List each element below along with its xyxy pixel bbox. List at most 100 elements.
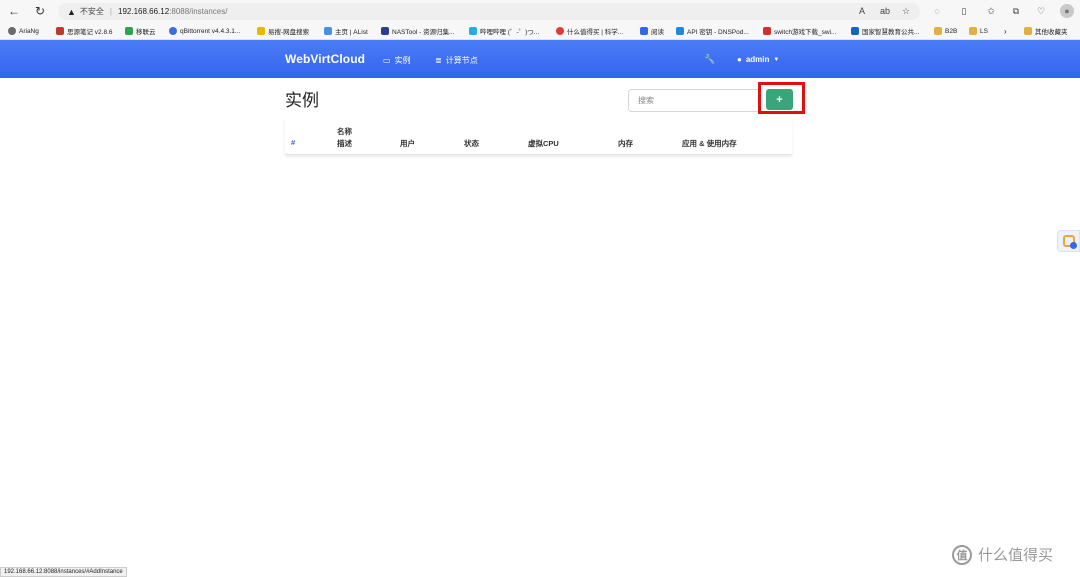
- bookmark-item[interactable]: 阅读: [640, 26, 664, 36]
- server-icon: ≣: [435, 56, 442, 65]
- bookmark-label: qBittorrent v4.4.3.1...: [180, 27, 241, 35]
- url-host: 192.168.66.12: [118, 7, 170, 16]
- folder-icon: [934, 27, 942, 35]
- bookmark-icon: [324, 27, 332, 35]
- column-name[interactable]: 名称: [337, 126, 352, 137]
- column-status[interactable]: 状态: [464, 138, 479, 149]
- nav-compute-nodes-label: 计算节点: [445, 56, 478, 65]
- url-path: :8088/instances/: [169, 7, 228, 16]
- sidebar-floating-tab[interactable]: [1057, 230, 1080, 252]
- profile-avatar[interactable]: ●: [1060, 4, 1074, 18]
- back-icon[interactable]: ←: [6, 3, 22, 19]
- watermark-logo-icon: 值: [952, 544, 972, 565]
- search-input[interactable]: [628, 89, 761, 112]
- column-vcpu[interactable]: 虚拟CPU: [528, 138, 559, 149]
- bookmark-icon: [763, 27, 771, 35]
- warning-icon: ▲: [67, 6, 76, 17]
- browser-toolbar: ← ↻ ▲ 不安全 | 192.168.66.12:8088/instances…: [0, 0, 1080, 22]
- watermark: 值 什么值得买: [952, 544, 1053, 565]
- bookmark-label: API 密钥 - DNSPod...: [687, 29, 749, 36]
- watermark-text: 什么值得买: [978, 547, 1054, 564]
- user-icon: ●: [737, 55, 742, 64]
- bookmark-item[interactable]: switch游戏下载_swi...: [763, 26, 836, 36]
- bookmark-item[interactable]: qBittorrent v4.4.3.1...: [169, 26, 240, 36]
- read-aloud-icon[interactable]: A: [855, 4, 869, 18]
- bookmark-item[interactable]: NASTool - 资源归集...: [381, 26, 454, 36]
- bookmark-label: LS: [980, 27, 988, 35]
- more-bookmarks-chevron-icon[interactable]: ›: [1004, 26, 1007, 36]
- favorites-icon[interactable]: ✩: [984, 4, 998, 18]
- user-name: admin: [745, 55, 770, 64]
- bookmarks-bar: AriaNg 思源笔记 v2.8.6 移联云 qBittorrent v4.4.…: [0, 22, 1080, 40]
- bookmark-label: 易搜-网盘搜索: [268, 29, 310, 36]
- page-title: 实例: [285, 91, 319, 110]
- column-apps-memory[interactable]: 应用 & 使用内存: [682, 138, 737, 149]
- bookmark-item[interactable]: 主页 | AList: [324, 26, 368, 36]
- bookmark-folder[interactable]: B2B: [934, 26, 957, 36]
- bookmark-folder[interactable]: LS: [969, 26, 988, 36]
- bookmark-item[interactable]: AriaNg: [8, 26, 39, 36]
- instances-table: # 名称 描述 用户 状态 虚拟CPU 内存 应用 & 使用内存: [285, 118, 792, 155]
- bing-chat-icon: [1062, 235, 1077, 249]
- user-menu[interactable]: ● admin ▼: [737, 55, 779, 64]
- caret-down-icon: ▼: [773, 56, 780, 63]
- bookmark-label: 国家智慧教育公共...: [862, 29, 920, 36]
- app-navbar: WebVirtCloud ▭ 实例 ≣ 计算节点 🔧 ● admin ▼: [0, 40, 1080, 78]
- bookmark-label: switch游戏下载_swi...: [774, 29, 837, 36]
- reload-icon[interactable]: ↻: [32, 3, 48, 19]
- bookmark-label: 思源笔记 v2.8.6: [67, 29, 113, 36]
- bookmark-icon: [56, 27, 64, 35]
- translate-icon[interactable]: ab: [878, 4, 892, 18]
- bookmark-item[interactable]: 思源笔记 v2.8.6: [56, 26, 113, 36]
- monitor-icon: ▭: [383, 56, 391, 65]
- status-dot: [1069, 242, 1077, 249]
- bookmark-item[interactable]: 哔哩哔哩 (゜-゜)つ...: [469, 26, 539, 36]
- bookmark-icon: [8, 27, 16, 35]
- folder-icon: [1024, 27, 1032, 35]
- column-user[interactable]: 用户: [400, 138, 415, 149]
- bookmark-item[interactable]: 国家智慧教育公共...: [851, 26, 919, 36]
- add-instance-button[interactable]: +: [766, 89, 793, 110]
- favorite-icon[interactable]: ☆: [899, 4, 913, 18]
- column-description[interactable]: 描述: [337, 138, 352, 149]
- bookmark-label: 移联云: [136, 29, 156, 36]
- column-hash[interactable]: #: [291, 138, 295, 147]
- address-bar[interactable]: ▲ 不安全 | 192.168.66.12:8088/instances/: [58, 3, 920, 20]
- bookmark-icon: [257, 27, 265, 35]
- bookmark-label: 哔哩哔哩 (゜-゜)つ...: [480, 29, 540, 36]
- bookmark-icon: [676, 27, 684, 35]
- wrench-icon[interactable]: 🔧: [704, 54, 715, 65]
- bookmark-icon: [125, 27, 133, 35]
- bookmark-item[interactable]: API 密钥 - DNSPod...: [676, 26, 749, 36]
- column-memory[interactable]: 内存: [618, 138, 633, 149]
- extension-icon[interactable]: ◌: [930, 4, 944, 18]
- folder-icon: [969, 27, 977, 35]
- bookmark-label: 什么值得买 | 科学...: [567, 29, 624, 36]
- nav-instances[interactable]: ▭ 实例: [383, 55, 411, 66]
- bookmark-item[interactable]: 什么值得买 | 科学...: [556, 26, 623, 36]
- collections-icon[interactable]: ⧉: [1009, 4, 1023, 18]
- browser-essentials-icon[interactable]: ♡: [1034, 4, 1048, 18]
- bookmark-label: AriaNg: [19, 27, 39, 35]
- security-warning: 不安全: [79, 7, 104, 16]
- nav-instances-label: 实例: [394, 56, 411, 65]
- bookmark-label: NASTool - 资源归集...: [392, 29, 455, 36]
- bookmark-icon: [556, 27, 564, 35]
- bookmark-item[interactable]: 移联云: [125, 26, 156, 36]
- split-screen-icon[interactable]: ▯: [957, 4, 971, 18]
- bookmark-icon: [640, 27, 648, 35]
- bookmark-label: 其他收藏夹: [1035, 29, 1068, 36]
- bookmark-icon: [169, 27, 177, 35]
- address-separator: |: [109, 7, 112, 16]
- brand-logo[interactable]: WebVirtCloud: [285, 52, 365, 66]
- nav-compute-nodes[interactable]: ≣ 计算节点: [435, 55, 478, 66]
- bookmark-folder[interactable]: 其他收藏夹: [1024, 26, 1068, 36]
- bookmark-label: B2B: [945, 27, 958, 35]
- bookmark-label: 阅读: [651, 29, 664, 36]
- bookmark-icon: [469, 27, 477, 35]
- bookmark-icon: [381, 27, 389, 35]
- status-bar-url: 192.168.66.12:8088/instances/#AddInstanc…: [0, 567, 127, 577]
- bookmark-item[interactable]: 易搜-网盘搜索: [257, 26, 309, 36]
- bookmark-label: 主页 | AList: [335, 29, 368, 36]
- bookmark-icon: [851, 27, 859, 35]
